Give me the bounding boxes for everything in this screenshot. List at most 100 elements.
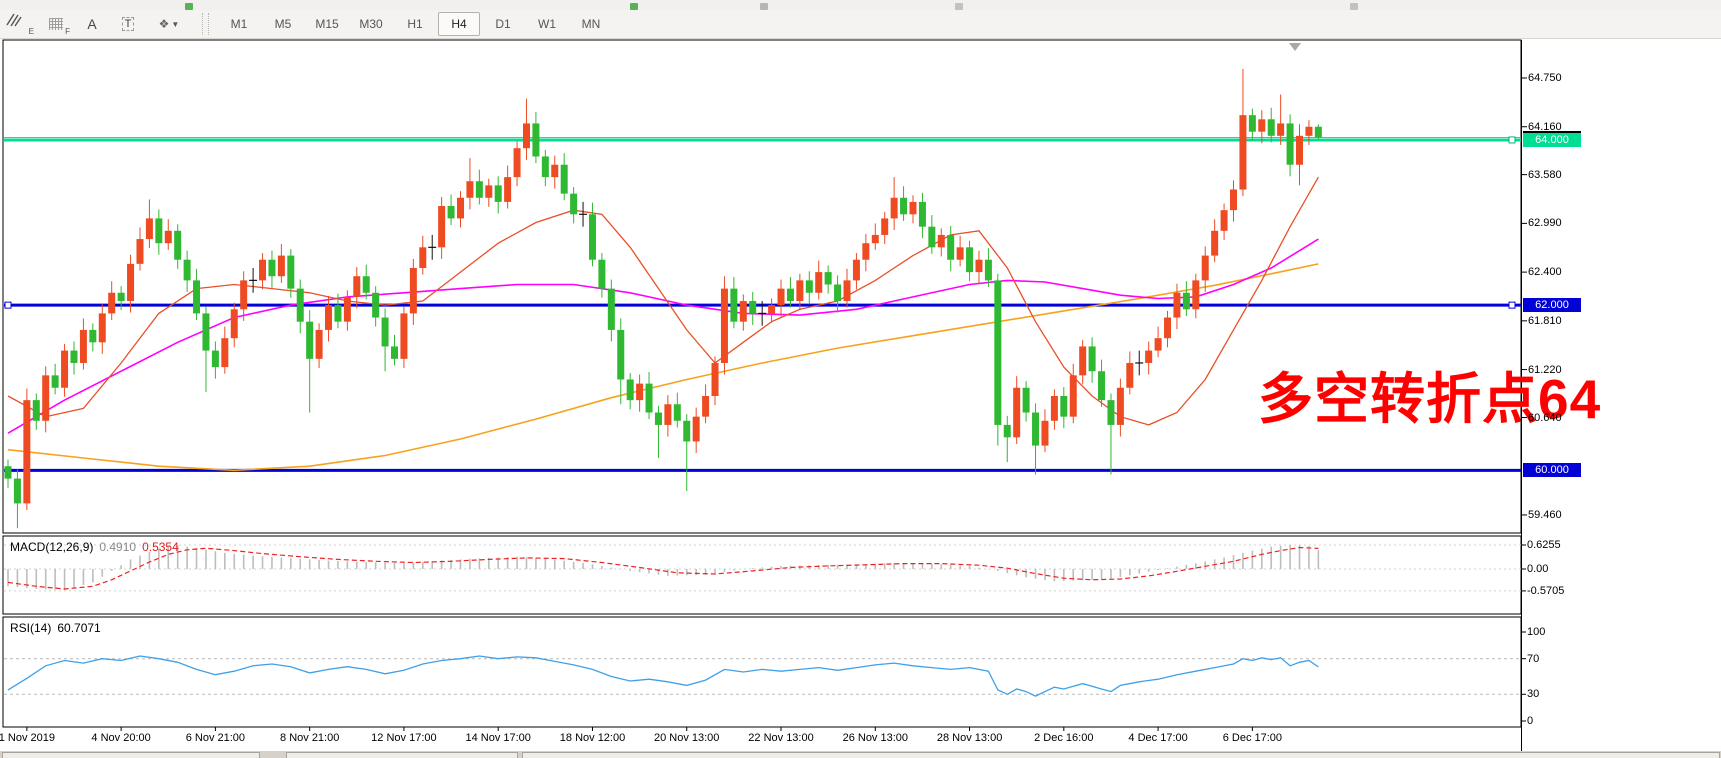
candle bbox=[23, 400, 31, 504]
candle bbox=[937, 234, 945, 248]
candle bbox=[13, 478, 21, 504]
candle bbox=[1295, 135, 1303, 165]
candle bbox=[475, 181, 483, 198]
candle bbox=[296, 288, 304, 322]
line-handle[interactable] bbox=[4, 301, 12, 309]
candle bbox=[485, 185, 493, 198]
candle bbox=[70, 350, 78, 363]
candle bbox=[720, 288, 728, 363]
candle bbox=[1314, 126, 1322, 138]
candle bbox=[786, 288, 794, 302]
rsi-axis-label: 70 bbox=[1527, 652, 1540, 665]
price-axis-label: 61.810 bbox=[1528, 314, 1562, 327]
price-axis-label: 64.750 bbox=[1528, 72, 1562, 84]
time-axis-label: 12 Nov 17:00 bbox=[371, 732, 437, 744]
candle bbox=[1248, 115, 1256, 132]
candle bbox=[645, 383, 653, 413]
candle bbox=[419, 247, 427, 268]
candle bbox=[994, 280, 1002, 425]
bottom-bar-segment bbox=[286, 752, 518, 758]
candle bbox=[221, 338, 229, 368]
candle bbox=[259, 259, 267, 281]
price-axis-label: 63.580 bbox=[1528, 168, 1562, 181]
candle bbox=[768, 305, 776, 314]
candle bbox=[947, 234, 955, 260]
candle bbox=[447, 206, 455, 219]
candle bbox=[1116, 387, 1124, 425]
candle bbox=[89, 329, 97, 343]
macd-axis-label: 0.6255 bbox=[1527, 539, 1561, 551]
rsi-name: RSI(14) bbox=[10, 621, 52, 635]
mt4-window: { "toolbar": { "icons": [ {"name": "draw… bbox=[0, 0, 1721, 758]
time-axis-label: 28 Nov 13:00 bbox=[936, 732, 1003, 744]
candle bbox=[155, 218, 163, 244]
candle bbox=[1154, 338, 1162, 351]
candle bbox=[598, 259, 606, 289]
candle bbox=[381, 317, 389, 347]
main-panel bbox=[2, 39, 1522, 534]
price-level-badge: 60.000 bbox=[1523, 463, 1581, 478]
candle bbox=[617, 329, 625, 380]
rsi-indicator-header: RSI(14) 60.7071 bbox=[10, 621, 101, 635]
macd-main-value: 0.4910 bbox=[99, 540, 137, 554]
candle bbox=[1098, 371, 1106, 401]
macd-indicator-header: MACD(12,26,9) 0.4910 0.5354 bbox=[10, 540, 179, 554]
price-axis-label: 62.990 bbox=[1528, 217, 1562, 230]
candle bbox=[79, 329, 87, 363]
candle bbox=[664, 404, 672, 425]
candle bbox=[108, 292, 116, 314]
candle bbox=[777, 288, 785, 306]
candle bbox=[730, 288, 738, 322]
price-axis-label: 60.640 bbox=[1528, 411, 1562, 424]
candle bbox=[815, 272, 823, 293]
candle bbox=[702, 396, 710, 417]
candle bbox=[984, 259, 992, 281]
time-axis-label: 22 Nov 13:00 bbox=[748, 732, 814, 744]
candle bbox=[881, 218, 889, 235]
candle bbox=[1286, 123, 1294, 165]
candle bbox=[852, 259, 860, 281]
line-handle[interactable] bbox=[1508, 301, 1516, 309]
time-axis-label: 1 Nov 2019 bbox=[0, 732, 56, 744]
bottom-bar-segment bbox=[2, 752, 260, 758]
time-axis-label: 20 Nov 13:00 bbox=[653, 732, 720, 744]
candle bbox=[98, 313, 106, 343]
macd-axis-label: 0.00 bbox=[1527, 563, 1549, 575]
candle bbox=[32, 400, 40, 421]
candle bbox=[42, 375, 50, 421]
candle bbox=[522, 123, 530, 149]
time-axis-label: 6 Dec 17:00 bbox=[1222, 732, 1283, 744]
rsi-value: 60.7071 bbox=[57, 621, 101, 635]
candle bbox=[796, 280, 804, 302]
candle bbox=[400, 313, 408, 359]
candle bbox=[588, 214, 596, 260]
candle bbox=[1164, 317, 1172, 339]
candle bbox=[739, 301, 747, 322]
candle bbox=[1173, 292, 1181, 318]
candle bbox=[202, 313, 210, 351]
time-axis-label: 18 Nov 12:00 bbox=[559, 732, 626, 744]
candle bbox=[1192, 280, 1200, 310]
candle bbox=[541, 156, 549, 178]
candle bbox=[325, 305, 333, 330]
candle bbox=[843, 280, 851, 302]
time-axis-label: 8 Nov 21:00 bbox=[280, 732, 340, 744]
candle bbox=[862, 243, 870, 260]
candle bbox=[654, 412, 662, 425]
candle bbox=[805, 280, 813, 293]
candle bbox=[51, 375, 59, 388]
cutoff-bottom-bar bbox=[0, 751, 1721, 758]
candle bbox=[164, 230, 172, 244]
candle bbox=[268, 259, 276, 277]
candle bbox=[1201, 255, 1209, 281]
candle bbox=[1050, 396, 1058, 421]
candle bbox=[174, 230, 182, 260]
candle bbox=[966, 247, 974, 273]
candle bbox=[513, 148, 521, 178]
candle bbox=[1211, 230, 1219, 256]
candle bbox=[1069, 375, 1077, 417]
candle bbox=[956, 247, 964, 260]
candle bbox=[1126, 362, 1134, 388]
line-handle[interactable] bbox=[1508, 136, 1516, 144]
time-axis-label: 14 Nov 17:00 bbox=[465, 732, 531, 744]
